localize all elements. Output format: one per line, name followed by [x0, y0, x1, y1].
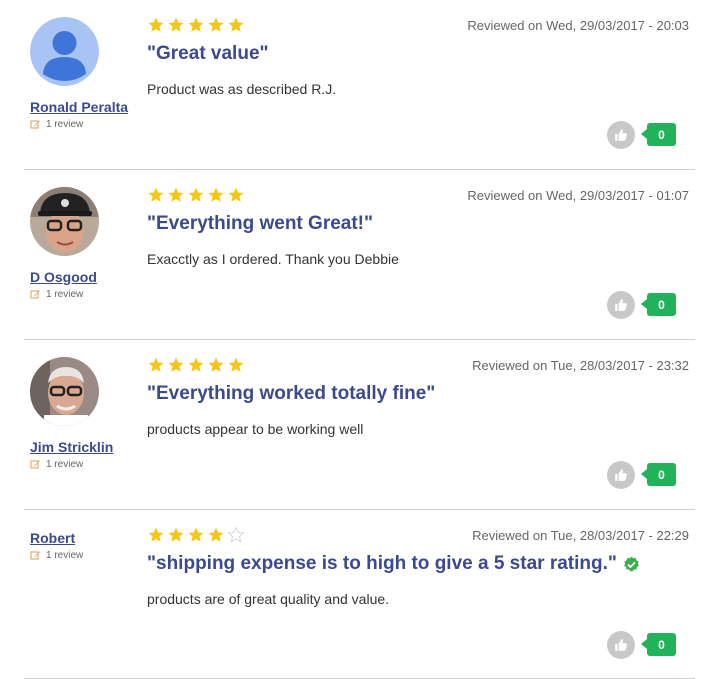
- rating-stars: [147, 16, 245, 34]
- review-count: 1 review: [30, 289, 83, 300]
- author-link[interactable]: Jim Stricklin: [30, 439, 113, 455]
- review-title: "shipping expense is to high to give a 5…: [147, 553, 640, 575]
- like-button[interactable]: [607, 291, 635, 319]
- thumbs-up-icon: [615, 469, 627, 481]
- star-icon: [227, 186, 245, 204]
- avatar: [30, 187, 99, 256]
- like-count: 0: [641, 463, 676, 486]
- author-link[interactable]: D Osgood: [30, 269, 97, 285]
- star-icon: [207, 16, 225, 34]
- pencil-icon: [30, 119, 41, 130]
- thumbs-up-icon: [615, 639, 627, 651]
- like-count: 0: [641, 293, 676, 316]
- review-date: Reviewed on Wed, 29/03/2017 - 20:03: [467, 18, 689, 33]
- star-empty-icon: [227, 526, 245, 544]
- review-item: Robert 1 review Reviewed on Tue, 28/03/2…: [24, 510, 695, 679]
- author-link[interactable]: Ronald Peralta: [30, 99, 128, 115]
- review-count: 1 review: [30, 119, 83, 130]
- avatar: [30, 17, 99, 86]
- star-icon: [207, 186, 225, 204]
- review-item: D Osgood 1 review Reviewed on Wed, 29/03…: [24, 170, 695, 340]
- author-link[interactable]: Robert: [30, 530, 75, 546]
- avatar: [30, 357, 99, 426]
- star-icon: [147, 16, 165, 34]
- review-count: 1 review: [30, 550, 83, 561]
- review-body: Exacctly as I ordered. Thank you Debbie: [147, 251, 399, 267]
- review-title: "Everything worked totally fine": [147, 383, 435, 405]
- thumbs-up-icon: [615, 299, 627, 311]
- review-title: "Great value": [147, 43, 269, 65]
- star-icon: [167, 186, 185, 204]
- like-button[interactable]: [607, 121, 635, 149]
- review-body: Product was as described R.J.: [147, 81, 337, 97]
- star-icon: [187, 356, 205, 374]
- star-icon: [207, 356, 225, 374]
- rating-stars: [147, 526, 245, 544]
- star-icon: [167, 356, 185, 374]
- like-button[interactable]: [607, 631, 635, 659]
- review-title-text: "Great value": [147, 43, 269, 64]
- review-count-label: 1 review: [46, 119, 84, 130]
- pencil-icon: [30, 550, 41, 561]
- review-count: 1 review: [30, 459, 83, 470]
- review-date: Reviewed on Tue, 28/03/2017 - 23:32: [472, 358, 689, 373]
- like-button[interactable]: [607, 461, 635, 489]
- review-count-label: 1 review: [46, 550, 84, 561]
- star-icon: [167, 526, 185, 544]
- review-body: products are of great quality and value.: [147, 591, 390, 607]
- like-count: 0: [641, 633, 676, 656]
- star-icon: [147, 186, 165, 204]
- review-title: "Everything went Great!": [147, 213, 373, 235]
- star-icon: [227, 16, 245, 34]
- star-icon: [227, 356, 245, 374]
- review-date: Reviewed on Wed, 29/03/2017 - 01:07: [467, 188, 689, 203]
- review-list: Ronald Peralta 1 review Reviewed on Wed,…: [0, 0, 703, 679]
- star-icon: [187, 526, 205, 544]
- review-title-text: "shipping expense is to high to give a 5…: [147, 553, 617, 574]
- pencil-icon: [30, 459, 41, 470]
- star-icon: [147, 356, 165, 374]
- review-date: Reviewed on Tue, 28/03/2017 - 22:29: [472, 528, 689, 543]
- like-count: 0: [641, 123, 676, 146]
- rating-stars: [147, 186, 245, 204]
- review-item: Ronald Peralta 1 review Reviewed on Wed,…: [24, 0, 695, 170]
- star-icon: [207, 526, 225, 544]
- review-count-label: 1 review: [46, 289, 84, 300]
- review-title-text: "Everything went Great!": [147, 213, 374, 234]
- star-icon: [167, 16, 185, 34]
- verified-check-icon: [623, 556, 640, 573]
- review-item: Jim Stricklin 1 review Reviewed on Tue, …: [24, 340, 695, 510]
- star-icon: [187, 16, 205, 34]
- review-count-label: 1 review: [46, 459, 84, 470]
- pencil-icon: [30, 289, 41, 300]
- star-icon: [147, 526, 165, 544]
- review-body: products appear to be working well: [147, 421, 364, 437]
- review-title-text: "Everything worked totally fine": [147, 383, 436, 404]
- star-icon: [187, 186, 205, 204]
- thumbs-up-icon: [615, 129, 627, 141]
- rating-stars: [147, 356, 245, 374]
